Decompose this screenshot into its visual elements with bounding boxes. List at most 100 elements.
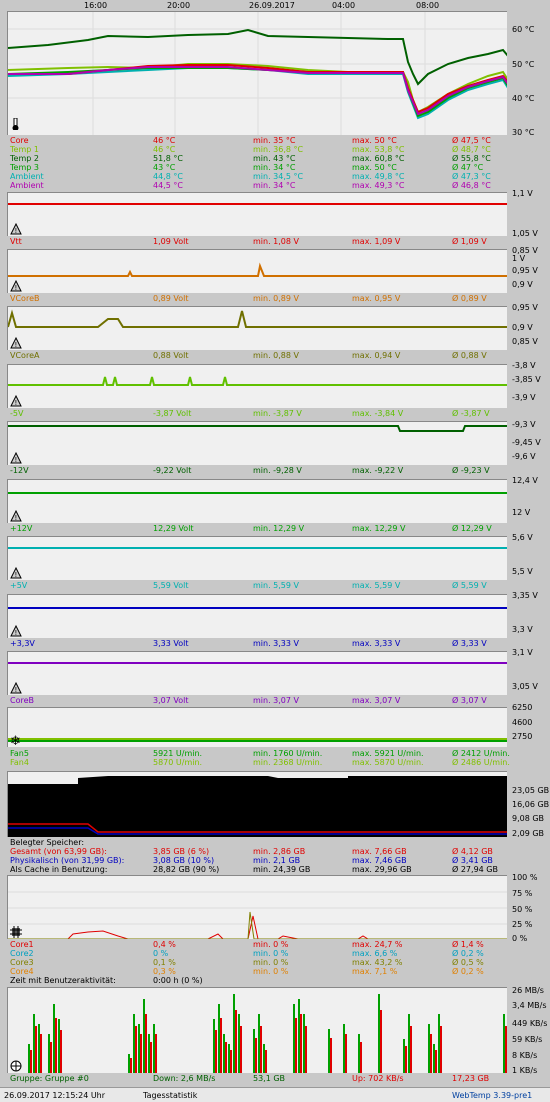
legend-n: Vtt — [10, 237, 22, 246]
voltage-chart: ! — [7, 192, 507, 236]
time-label: 08:00 — [416, 1, 440, 10]
voltage-axis: 5,6 V — [512, 533, 533, 542]
legend-ma: max. 1,09 V — [352, 237, 401, 246]
legend-mi: min. 2,1 GB — [253, 856, 301, 865]
legend-v: 28,82 GB (90 %) — [153, 865, 220, 874]
warning-icon: ! — [10, 395, 22, 407]
legend-row: VCoreA 0,88 Volt min. 0,88 V max. 0,94 V Ø 0… — [10, 351, 510, 360]
legend-ma: max. 7,46 GB — [352, 856, 407, 865]
legend-ma: max. 0,94 V — [352, 351, 401, 360]
voltage-axis: 1,1 V — [512, 189, 533, 198]
cpu-axis: 50 % — [512, 905, 533, 914]
svg-text:!: ! — [15, 284, 18, 292]
fan-chart: ❄ — [7, 707, 507, 747]
legend-n: CoreB — [10, 696, 35, 705]
legend-n: Als Cache in Benutzung: — [10, 865, 108, 874]
voltage-axis: -3,85 V — [512, 375, 541, 384]
legend-ma: max. 50 °C — [352, 136, 397, 145]
legend-n: Temp 3 — [10, 163, 39, 172]
legend-mi: min. 0 % — [253, 940, 289, 949]
voltage-line — [8, 309, 507, 328]
warning-icon: ! — [10, 452, 22, 464]
time-label: 16:00 — [84, 1, 108, 10]
legend-mi: min. -3,87 V — [253, 409, 302, 418]
legend-mi: min. -9,28 V — [253, 466, 302, 475]
net-axis: 1 KB/s — [512, 1066, 538, 1075]
svg-text:❄: ❄ — [10, 734, 21, 745]
legend-av: Ø 0,2 % — [452, 949, 484, 958]
legend-av: Ø 47,3 °C — [452, 172, 491, 181]
voltage-chart: ! — [7, 306, 507, 350]
svg-text:!: ! — [15, 227, 18, 235]
svg-text:!: ! — [15, 456, 18, 464]
voltage-axis: 3,3 V — [512, 625, 533, 634]
legend-mi: min. 3,07 V — [253, 696, 299, 705]
legend-ma: max. -3,84 V — [352, 409, 404, 418]
legend-ma: max. 43,2 % — [352, 958, 403, 967]
net-axis: 8 KB/s — [512, 1051, 538, 1060]
network-icon — [10, 1060, 22, 1072]
legend-v: -3,87 Volt — [153, 409, 192, 418]
legend-mi: min. 34,5 °C — [253, 172, 304, 181]
daily-stats-link[interactable]: Tagesstatistik — [143, 1091, 197, 1100]
legend-av: Ø 0,2 % — [452, 967, 484, 976]
voltage-axis: 12 V — [512, 508, 531, 517]
legend-v: 43 °C — [153, 163, 176, 172]
voltage-axis: -3,9 V — [512, 393, 536, 402]
legend-av: Ø 3,41 GB — [452, 856, 493, 865]
legend-n: Core3 — [10, 958, 34, 967]
legend-av: Ø 4,12 GB — [452, 847, 493, 856]
legend-mi: min. 34 °C — [253, 181, 296, 190]
legend-row: +12V 12,29 Volt min. 12,29 V max. 12,29 V Ø … — [10, 524, 510, 533]
legend-av: Ø 1,4 % — [452, 940, 484, 949]
legend-av: Ø 12,29 V — [452, 524, 492, 533]
legend-mi: min. 1,08 V — [253, 237, 299, 246]
svg-text:!: ! — [15, 629, 18, 637]
voltage-axis: 3,35 V — [512, 591, 538, 600]
warning-icon: ! — [10, 223, 22, 235]
legend-mi: min. 0 % — [253, 949, 289, 958]
legend-n: +3,3V — [10, 639, 35, 648]
voltage-chart: ! — [7, 421, 507, 465]
legend-row: Fan5 5921 U/min. min. 1760 U/min. max. 5921… — [10, 749, 510, 758]
voltage-axis: 0,85 V — [512, 246, 538, 255]
legend-v: 3,08 GB (10 %) — [153, 856, 215, 865]
legend-v: 0,88 Volt — [153, 351, 189, 360]
voltage-line — [8, 262, 507, 277]
legend-ma: max. 0,95 V — [352, 294, 401, 303]
legend-ma: max. 29,96 GB — [352, 865, 412, 874]
legend-n: Gesamt (von 63,99 GB): — [10, 847, 107, 856]
voltage-axis: 1,05 V — [512, 229, 538, 238]
svg-text:!: ! — [15, 341, 18, 349]
idle-row: Zeit mit Benutzeraktivität: 0:00 h (0 %) — [10, 976, 203, 985]
legend-mi: min. 5,59 V — [253, 581, 299, 590]
legend-row: Physikalisch (von 31,99 GB): 3,08 GB (10 … — [10, 856, 510, 865]
legend-ma: max. 7,66 GB — [352, 847, 407, 856]
legend-row: Fan4 5870 U/min. min. 2368 U/min. max. 5870… — [10, 758, 510, 767]
legend-row: Gesamt (von 63,99 GB): 3,85 GB (6 %) min. … — [10, 847, 510, 856]
legend-av: Ø -3,87 V — [452, 409, 490, 418]
legend-v: 5921 U/min. — [153, 749, 203, 758]
legend-ma: max. 3,33 V — [352, 639, 401, 648]
warning-icon: ! — [10, 337, 22, 349]
legend-v: 46 °C — [153, 136, 176, 145]
net-axis: 26 MB/s — [512, 986, 544, 995]
legend-row: CoreB 3,07 Volt min. 3,07 V max. 3,07 V Ø 3,… — [10, 696, 510, 705]
legend-ma: max. 49,3 °C — [352, 181, 405, 190]
legend-n: Temp 2 — [10, 154, 39, 163]
legend-v: 0,4 % — [153, 940, 176, 949]
legend-row: Core4 0,3 % min. 0 % max. 7,1 % Ø 0,2 % — [10, 967, 510, 976]
legend-v: -9,22 Volt — [153, 466, 192, 475]
legend-row: -5V -3,87 Volt min. -3,87 V max. -3,84 V Ø -… — [10, 409, 510, 418]
version-link[interactable]: WebTemp 3.39-pre1 — [452, 1091, 532, 1100]
legend-n: VCoreA — [10, 351, 40, 360]
legend-mi: min. 0 % — [253, 967, 289, 976]
warning-icon: ! — [10, 280, 22, 292]
voltage-axis: -9,6 V — [512, 452, 536, 461]
mem-axis: 9,08 GB — [512, 814, 545, 823]
voltage-chart: ! — [7, 249, 507, 293]
legend-n: Core — [10, 136, 29, 145]
voltage-axis: 0,9 V — [512, 323, 533, 332]
voltage-axis: -9,3 V — [512, 420, 536, 429]
legend-row: Temp 1 46 °C min. 36,8 °C max. 53,8 °C Ø 48,… — [10, 145, 510, 154]
